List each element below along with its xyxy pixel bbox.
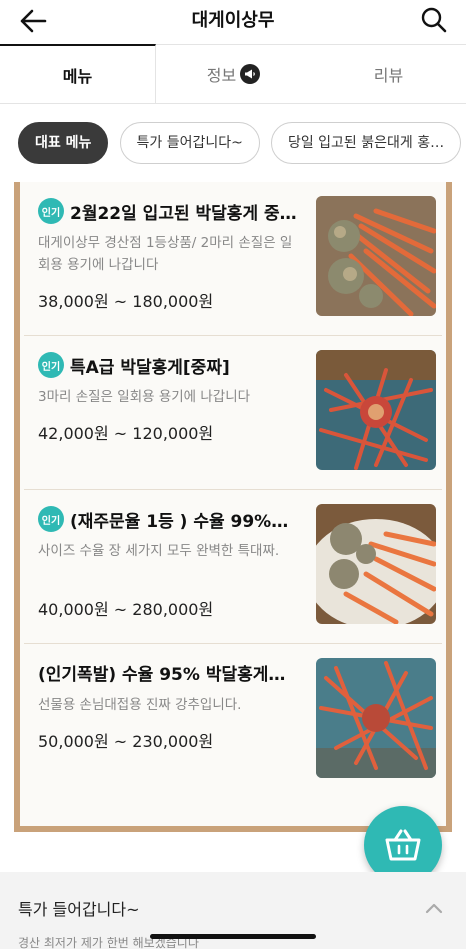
section-toggle-button[interactable] <box>424 900 444 914</box>
menu-item-name-row: 인기 2월22일 입고된 박달홍게 중… <box>38 198 302 224</box>
crab-photo <box>316 658 436 778</box>
home-indicator <box>150 934 316 939</box>
menu-item-price: 50,000원 ~ 230,000원 <box>38 732 214 751</box>
popular-badge: 인기 <box>38 506 64 532</box>
tab-review-label: 리뷰 <box>373 66 404 85</box>
tab-info[interactable]: 정보 <box>156 44 311 103</box>
section-title: 특가 들어갑니다~ <box>18 900 140 919</box>
menu-item-description: 선물용 손님대접용 진짜 강추입니다. <box>38 697 242 713</box>
chevron-up-icon <box>425 903 443 914</box>
menu-item-price: 38,000원 ~ 180,000원 <box>38 292 214 311</box>
crab-photo <box>316 350 436 470</box>
menu-item[interactable]: 인기 특A급 박달홍게[중짜] 3마리 손질은 일회용 용기에 나갑니다 42,… <box>24 336 442 490</box>
tab-review[interactable]: 리뷰 <box>311 44 466 103</box>
menu-item-name: (재주문율 1등 ) 수율 99%… <box>70 511 289 532</box>
menu-item-name-row: 인기 특A급 박달홍게[중짜] <box>38 352 302 378</box>
tab-menu-label: 메뉴 <box>62 66 93 86</box>
megaphone-icon <box>240 64 261 84</box>
menu-item-price: 40,000원 ~ 280,000원 <box>38 600 214 619</box>
crab-photo <box>316 504 436 624</box>
menu-item[interactable]: (인기폭발) 수율 95% 박달홍게… 선물용 손님대접용 진짜 강추입니다. … <box>24 644 442 798</box>
menu-item-price: 42,000원 ~ 120,000원 <box>38 424 214 443</box>
menu-item-description: 사이즈 수율 장 세가지 모두 완벽한 특대짜. <box>38 543 280 559</box>
menu-item-description: 3마리 손질은 일회용 용기에 나갑니다 <box>38 389 251 405</box>
menu-item[interactable]: 인기 (재주문율 1등 ) 수율 99%… 사이즈 수율 장 세가지 모두 완벽… <box>24 490 442 644</box>
search-button[interactable] <box>420 6 448 34</box>
menu-item-name: 2월22일 입고된 박달홍게 중… <box>70 203 297 224</box>
menu-item-name-row: 인기 (재주문율 1등 ) 수율 99%… <box>38 506 302 532</box>
tab-bar: 메뉴 정보 리뷰 <box>0 44 466 104</box>
category-chips: 대표 메뉴 특가 들어갑니다~ 당일 입고된 붉은대게 홍… <box>0 104 466 182</box>
popular-badge: 인기 <box>38 198 64 224</box>
menu-item[interactable]: 인기 2월22일 입고된 박달홍게 중… 대게이상무 경산점 1등상품/ 2마리… <box>24 182 442 336</box>
crab-photo <box>316 196 436 316</box>
chip-fresh-crab[interactable]: 당일 입고된 붉은대게 홍… <box>270 122 462 164</box>
tab-info-label: 정보 <box>206 66 237 85</box>
tab-menu[interactable]: 메뉴 <box>0 44 156 103</box>
menu-item-name: 특A급 박달홍게[중짜] <box>70 357 230 378</box>
chip-special-deal[interactable]: 특가 들어갑니다~ <box>119 122 260 164</box>
app-header: 대게이상무 <box>0 0 466 44</box>
menu-item-description: 대게이상무 경산점 1등상품/ 2마리 손질은 일회용 용기에 나갑니다 <box>38 235 293 273</box>
menu-item-name: (인기폭발) 수율 95% 박달홍게… <box>38 665 286 685</box>
chip-featured-menu[interactable]: 대표 메뉴 <box>18 122 109 164</box>
popular-badge: 인기 <box>38 352 64 378</box>
basket-icon <box>385 829 421 861</box>
search-icon <box>421 7 447 33</box>
menu-board-inner: 인기 2월22일 입고된 박달홍게 중… 대게이상무 경산점 1등상품/ 2마리… <box>20 182 446 826</box>
menu-item-name-row: (인기폭발) 수율 95% 박달홍게… <box>38 660 302 685</box>
page-title: 대게이상무 <box>191 10 275 31</box>
menu-board: 인기 2월22일 입고된 박달홍게 중… 대게이상무 경산점 1등상품/ 2마리… <box>14 182 452 832</box>
